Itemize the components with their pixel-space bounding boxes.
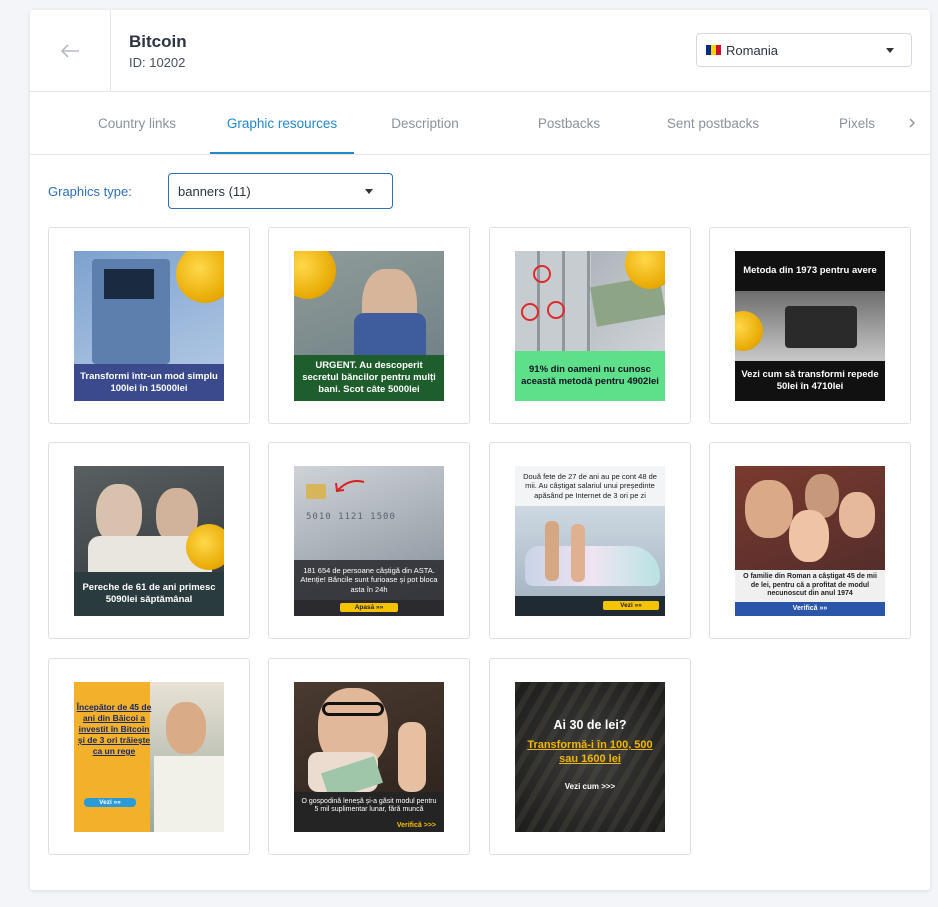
banner-caption: Începător de 45 de ani din Băicoi a inve… xyxy=(76,702,152,756)
banner-image: Transformi într-un mod simplu 100lei în … xyxy=(74,251,224,401)
chevron-right-icon xyxy=(909,118,915,128)
chevron-down-icon xyxy=(886,48,894,53)
banner-tile[interactable]: 5010 1121 1500 181 654 de persoane câști… xyxy=(268,442,470,639)
romania-flag-icon xyxy=(706,45,721,55)
banner-image: O gospodină leneșă și-a găsit modul pent… xyxy=(294,682,444,832)
back-button[interactable] xyxy=(30,10,111,91)
couple-photo-graphic xyxy=(96,484,142,544)
banner-cta-button: Vezi »» xyxy=(84,798,136,807)
offer-id: ID: 10202 xyxy=(129,55,186,70)
banner-caption: URGENT. Au descoperit secretul băncilor … xyxy=(294,355,444,401)
banner-tile[interactable]: Pereche de 61 de ani primesc 5090lei săp… xyxy=(48,442,250,639)
tabs-scroll-right-button[interactable] xyxy=(898,92,926,154)
bitcoin-coin-icon xyxy=(176,251,224,303)
tab-pixels[interactable]: Pixels xyxy=(825,92,889,154)
graphics-type-label: Graphics type: xyxy=(48,184,132,199)
banner-tile[interactable]: 91% din oameni nu cunosc această metodă … xyxy=(489,227,691,424)
offer-name: Bitcoin xyxy=(129,32,187,51)
banner-tile[interactable]: URGENT. Au descoperit secretul băncilor … xyxy=(268,227,470,424)
graphics-type-value: banners (11) xyxy=(178,183,251,199)
country-select[interactable]: Romania xyxy=(696,33,912,67)
graphics-type-select[interactable]: banners (11) xyxy=(168,173,393,209)
bitcoin-coin-icon xyxy=(294,251,336,299)
tab-description[interactable]: Description xyxy=(370,92,480,154)
banner-cta-button: Vezi cum >>> xyxy=(564,782,616,791)
banner-caption: O gospodină leneșă și-a găsit modul pent… xyxy=(294,792,444,820)
tab-bar: Country links Graphic resources Descript… xyxy=(30,92,930,154)
country-select-value: Romania xyxy=(726,42,779,58)
banner-tile[interactable]: O familie din Roman a câștigat 45 de mii… xyxy=(709,442,911,639)
banner-image: O familie din Roman a câștigat 45 de mii… xyxy=(735,466,885,616)
banner-tile[interactable]: Transformi într-un mod simplu 100lei în … xyxy=(48,227,250,424)
banner-image: Metoda din 1973 pentru avere Vezi cum să… xyxy=(735,251,885,401)
family-photo-graphic xyxy=(745,480,793,538)
bitcoin-coin-icon xyxy=(186,524,224,570)
banner-headline: Două fete de 27 de ani au pe cont 48 de … xyxy=(515,466,665,506)
offer-header: Bitcoin ID: 10202 Romania xyxy=(30,10,930,91)
offer-card: Bitcoin ID: 10202 Romania Country links … xyxy=(30,10,930,890)
banner-caption: 91% din oameni nu cunosc această metodă … xyxy=(515,351,665,401)
banner-caption: 181 654 de persoane câștigă din ASTA. At… xyxy=(294,560,444,600)
banner-highlight: Transformă-i în 100, 500 sau 1600 lei xyxy=(527,739,653,765)
banner-caption: Pereche de 61 de ani primesc 5090lei săp… xyxy=(74,572,224,616)
tabs-divider xyxy=(30,154,930,155)
women-photo-graphic xyxy=(545,521,559,581)
banner-caption: Transformi într-un mod simplu 100lei în … xyxy=(74,364,224,401)
banner-headline: Metoda din 1973 pentru avere xyxy=(735,251,885,291)
chevron-down-icon xyxy=(365,189,373,194)
tab-sent-postbacks[interactable]: Sent postbacks xyxy=(654,92,772,154)
banner-cta-button: Apasă »» xyxy=(340,603,398,612)
arrow-left-icon xyxy=(60,43,79,58)
banner-image: 5010 1121 1500 181 654 de persoane câști… xyxy=(294,466,444,616)
tab-postbacks[interactable]: Postbacks xyxy=(514,92,624,154)
tab-country-links[interactable]: Country links xyxy=(82,92,192,154)
card-number: 5010 1121 1500 xyxy=(306,512,396,522)
banner-image: Pereche de 61 de ani primesc 5090lei săp… xyxy=(74,466,224,616)
banner-cta-button: Vezi »» xyxy=(603,601,659,610)
banner-tile[interactable]: O gospodină leneșă și-a găsit modul pent… xyxy=(268,658,470,855)
banner-image: 91% din oameni nu cunosc această metodă … xyxy=(515,251,665,401)
banner-caption: Vezi cum să transformi repede 50lei în 4… xyxy=(735,361,885,401)
banner-image: URGENT. Au descoperit secretul băncilor … xyxy=(294,251,444,401)
banner-image: Ai 30 de lei? Transformă-i în 100, 500 s… xyxy=(515,682,665,832)
banner-cta-button: Verifică »» xyxy=(735,602,885,616)
banner-image: Începător de 45 de ani din Băicoi a inve… xyxy=(74,682,224,832)
banner-tile[interactable]: Metoda din 1973 pentru avere Vezi cum să… xyxy=(709,227,911,424)
banner-tile[interactable]: Începător de 45 de ani din Băicoi a inve… xyxy=(48,658,250,855)
offer-title-block: Bitcoin ID: 10202 xyxy=(129,32,187,70)
tab-graphic-resources[interactable]: Graphic resources xyxy=(210,92,354,154)
banner-image: Două fete de 27 de ani au pe cont 48 de … xyxy=(515,466,665,616)
card-chip-graphic xyxy=(306,484,326,499)
banner-tile[interactable]: Două fete de 27 de ani au pe cont 48 de … xyxy=(489,442,691,639)
banner-title: Ai 30 de lei? xyxy=(553,718,627,732)
banner-caption: O familie din Roman a câștigat 45 de mii… xyxy=(735,570,885,602)
banner-tile[interactable]: Ai 30 de lei? Transformă-i în 100, 500 s… xyxy=(489,658,691,855)
banner-cta-button: Verifică >>> xyxy=(294,820,444,832)
red-arrow-icon xyxy=(335,480,365,493)
